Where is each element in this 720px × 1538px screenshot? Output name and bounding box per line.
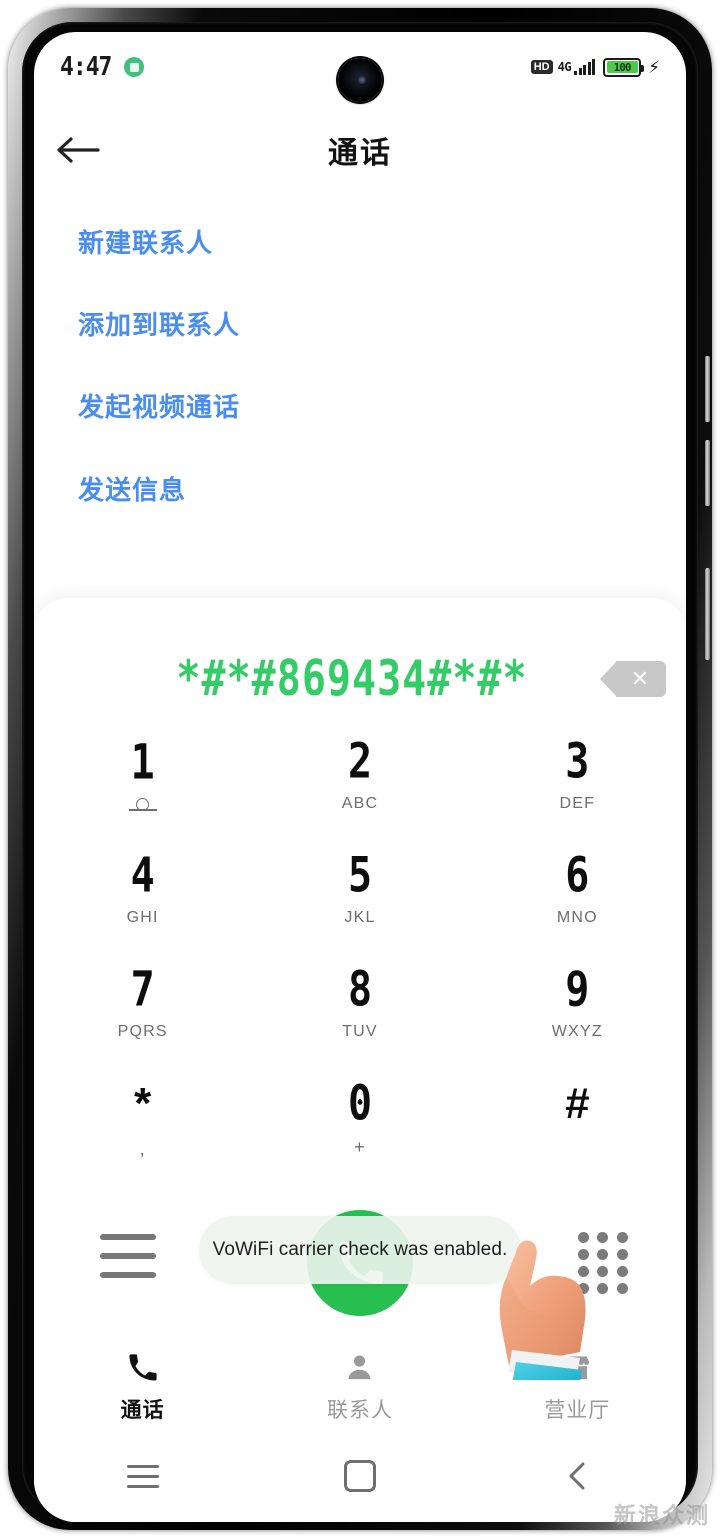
volume-up-button[interactable] (705, 356, 710, 422)
key-1[interactable]: 1 (34, 720, 251, 834)
battery-icon: 100 (603, 57, 645, 77)
keypad-dots-icon[interactable] (578, 1232, 630, 1294)
back-chevron-icon[interactable] (469, 1460, 686, 1492)
action-links-list: 新建联系人 添加到联系人 发起视频通话 发送信息 (34, 228, 686, 557)
key-4-letters: GHI (126, 909, 159, 926)
key-5-letters: JKL (344, 909, 376, 926)
tab-store-label: 营业厅 (544, 1398, 611, 1422)
tab-contacts[interactable]: 联系人 (251, 1344, 468, 1430)
phone-device-frame: 4:47 HD 4G 100 ⚡ 通话 新建联系人 添加到联系人 发起视频通话 … (8, 8, 712, 1530)
backspace-button[interactable]: ✕ (600, 661, 686, 697)
toast-notification: VoWiFi carrier check was enabled. (199, 1216, 521, 1284)
key-9-digit: 9 (565, 962, 590, 1018)
key-4-digit: 4 (130, 848, 155, 904)
key-9-letters: WXYZ (551, 1023, 603, 1040)
key-0[interactable]: 0 + (251, 1062, 468, 1176)
home-square-icon[interactable] (251, 1460, 468, 1492)
tab-contacts-label: 联系人 (326, 1398, 393, 1422)
key-5-digit: 5 (347, 848, 373, 904)
recents-icon[interactable] (34, 1464, 251, 1488)
key-2-digit: 2 (347, 734, 373, 790)
key-7-letters: PQRS (117, 1023, 168, 1040)
key-5[interactable]: 5 JKL (251, 834, 468, 948)
person-icon (344, 1351, 375, 1385)
watermark: 新浪众测 (613, 1503, 710, 1528)
app-notification-icon (124, 57, 145, 77)
action-link-new-contact[interactable]: 新建联系人 (34, 228, 686, 259)
volume-down-button[interactable] (705, 440, 710, 506)
key-6-digit: 6 (565, 848, 590, 904)
dialed-number-display[interactable]: *#*#869434#*#* (34, 651, 616, 707)
action-link-add-to-contacts[interactable]: 添加到联系人 (34, 310, 686, 341)
store-icon (562, 1351, 593, 1385)
keypad-grid: 1 2 ABC 3 DEF 4 GHI 5 JKL 6 MNO 7 PQRS 8… (34, 720, 686, 1176)
network-type-label: 4G (557, 59, 572, 74)
phone-icon (127, 1351, 158, 1385)
key-3[interactable]: 3 DEF (469, 720, 686, 834)
key-7[interactable]: 7 PQRS (34, 948, 251, 1062)
key-8[interactable]: 8 TUV (251, 948, 468, 1062)
key-9[interactable]: 9 WXYZ (469, 948, 686, 1062)
key-7-digit: 7 (130, 962, 155, 1018)
key-hash[interactable]: # (469, 1062, 686, 1176)
key-2-letters: ABC (341, 795, 379, 812)
key-hash-glyph: # (565, 1079, 590, 1128)
key-star-sub: , (139, 1139, 146, 1159)
key-6[interactable]: 6 MNO (469, 834, 686, 948)
key-8-digit: 8 (347, 962, 373, 1018)
battery-level-label: 100 (613, 60, 632, 74)
action-link-send-message[interactable]: 发送信息 (34, 475, 686, 506)
key-star[interactable]: * , (34, 1062, 251, 1176)
tab-calls-label: 通话 (120, 1398, 165, 1422)
toast-message: VoWiFi carrier check was enabled. (212, 1239, 508, 1260)
action-link-video-call[interactable]: 发起视频通话 (34, 392, 686, 423)
key-3-letters: DEF (559, 795, 596, 812)
status-clock: 4:47 (60, 52, 112, 82)
hd-voice-icon: HD (530, 59, 553, 75)
app-header: 通话 (34, 110, 686, 190)
signal-bars-icon (574, 59, 596, 75)
tab-store[interactable]: 营业厅 (469, 1344, 686, 1430)
key-4[interactable]: 4 GHI (34, 834, 251, 948)
key-3-digit: 3 (565, 734, 590, 790)
tab-calls[interactable]: 通话 (34, 1344, 251, 1430)
page-title: 通话 (328, 137, 392, 170)
key-8-letters: TUV (342, 1023, 378, 1040)
dial-display-row: *#*#869434#*#* ✕ (34, 646, 686, 712)
backspace-icon: ✕ (600, 661, 666, 697)
status-bar-right: HD 4G 100 ⚡ (530, 57, 660, 77)
power-button[interactable] (705, 568, 710, 660)
android-nav-bar (34, 1430, 686, 1522)
charging-bolt-icon: ⚡ (648, 57, 660, 77)
hamburger-menu-icon[interactable] (100, 1234, 156, 1278)
bottom-tab-bar: 通话 联系人 营业厅 (34, 1344, 686, 1430)
key-1-digit: 1 (130, 735, 155, 791)
key-2[interactable]: 2 ABC (251, 720, 468, 834)
status-bar-left: 4:47 (60, 52, 145, 82)
key-0-sub: + (354, 1137, 366, 1157)
phone-screen: 4:47 HD 4G 100 ⚡ 通话 新建联系人 添加到联系人 发起视频通话 … (34, 32, 686, 1522)
front-camera-punch-hole (338, 58, 382, 102)
key-6-letters: MNO (556, 909, 598, 926)
voicemail-icon (125, 797, 161, 811)
key-star-glyph: * (134, 1079, 152, 1128)
backspace-x-glyph: ✕ (630, 666, 650, 691)
key-0-digit: 0 (347, 1076, 373, 1132)
